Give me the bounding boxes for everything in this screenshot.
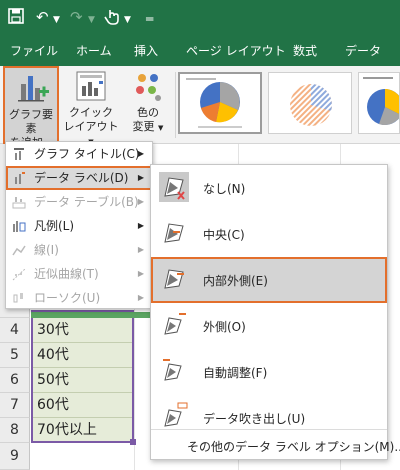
legend-icon — [13, 221, 26, 232]
row-header-6[interactable]: 6 — [0, 368, 30, 393]
quick-layout-icon — [76, 71, 106, 101]
tab-insert[interactable]: 挿入 — [134, 36, 158, 66]
menu-item-data-labels-label: データ ラベル(D) — [34, 171, 129, 185]
change-colors-label-2: 変更 — [132, 120, 155, 133]
menu-item-lines: 線(I) ▶ — [6, 238, 152, 262]
ribbon-tabs: ファイル ホーム 挿入 ページ レイアウト 数式 データ — [0, 36, 400, 66]
up-down-bars-icon — [13, 293, 23, 303]
undo-icon[interactable]: ↶ — [36, 8, 49, 26]
quick-layout-label-1: クイック — [69, 106, 113, 119]
chevron-right-icon: ▶ — [137, 173, 144, 182]
data-label-callout-icon — [164, 402, 188, 427]
data-label-none-label: なし(N) — [203, 182, 246, 196]
data-label-callout-label: データ吹き出し(U) — [203, 412, 306, 426]
chevron-right-icon: ▶ — [137, 245, 144, 254]
menu-item-chart-title[interactable]: グラフ タイトル(C) ▶ — [6, 142, 152, 166]
tab-page-layout[interactable]: ページ レイアウト — [186, 36, 286, 66]
ribbon-divider — [175, 72, 176, 138]
row-header-9[interactable]: 9 — [0, 443, 30, 470]
add-chart-element-icon — [18, 76, 49, 102]
quick-layout-label-2: レイアウト — [63, 120, 119, 133]
palette-icon — [136, 74, 161, 101]
menu-item-legend[interactable]: 凡例(L) ▶ — [6, 214, 152, 238]
tab-file[interactable]: ファイル — [10, 36, 58, 66]
add-element-label-1: グラフ要素 — [9, 108, 53, 135]
menu-item-legend-label: 凡例(L) — [34, 219, 75, 233]
chevron-right-icon: ▶ — [137, 293, 144, 302]
chevron-right-icon: ▶ — [137, 197, 144, 206]
data-label-option-best-fit[interactable]: 自動調整(F) — [151, 349, 387, 395]
data-label-outside-end-label: 外側(O) — [203, 320, 246, 334]
data-label-inside-end-icon — [164, 269, 184, 289]
range-resize-handle[interactable] — [130, 439, 136, 445]
title-bar: ↶ ▼ ↷ ▼ ▼ ═ — [0, 0, 400, 36]
undo-dropdown-icon[interactable]: ▼ — [53, 11, 60, 29]
data-label-best-fit-icon — [163, 359, 182, 381]
data-label-best-fit-label: 自動調整(F) — [203, 366, 268, 380]
chart-style-thumbnail-2[interactable] — [268, 72, 352, 134]
chevron-right-icon: ▶ — [137, 221, 144, 230]
tab-formulas[interactable]: 数式 — [293, 36, 317, 66]
data-label-none-icon — [159, 172, 189, 202]
data-label-option-none[interactable]: なし(N) — [151, 165, 387, 211]
tab-data[interactable]: データ — [345, 36, 381, 66]
chevron-down-icon: ▼ — [158, 124, 164, 132]
menu-item-trendline-label: 近似曲線(T) — [34, 267, 99, 281]
chart-title-icon — [14, 148, 24, 160]
redo-icon: ↷ — [70, 8, 83, 26]
chart-style-thumbnail-1[interactable] — [178, 72, 262, 134]
row-header-7[interactable]: 7 — [0, 393, 30, 418]
menu-item-lines-label: 線(I) — [34, 243, 59, 257]
more-data-label-options-label: その他のデータ ラベル オプション(M)... — [187, 440, 400, 454]
pie-style-preview-1 — [186, 78, 242, 128]
menu-item-data-labels[interactable]: データ ラベル(D) ▶ — [6, 166, 152, 190]
series-range-highlight — [31, 312, 151, 318]
add-chart-element-menu: グラフ タイトル(C) ▶ データ ラベル(D) ▶ データ テーブル(B) ▶… — [5, 141, 153, 309]
trendline-icon — [12, 268, 26, 281]
data-table-icon — [12, 197, 26, 209]
data-label-inside-end-label: 内部外側(E) — [203, 274, 268, 288]
customize-qat-icon[interactable]: ═ — [146, 10, 153, 28]
data-labels-icon — [15, 172, 25, 184]
pie-style-preview-2 — [290, 84, 332, 126]
row-header-8[interactable]: 8 — [0, 418, 30, 443]
change-colors-button[interactable]: 色の 変更 ▼ — [124, 66, 172, 144]
menu-item-up-down-bars-label: ローソク(U) — [34, 291, 101, 305]
redo-dropdown-icon: ▼ — [88, 15, 95, 25]
quick-layout-button[interactable]: クイック レイアウト ▼ — [62, 66, 120, 146]
more-data-label-options[interactable]: その他のデータ ラベル オプション(M)... — [151, 429, 400, 459]
data-label-center-label: 中央(C) — [203, 228, 245, 242]
menu-item-data-table-label: データ テーブル(B) — [34, 195, 139, 209]
menu-item-data-table: データ テーブル(B) ▶ — [6, 190, 152, 214]
pie-style-preview-3 — [363, 77, 399, 125]
row-header-5[interactable]: 5 — [0, 343, 30, 368]
data-label-option-inside-end[interactable]: 内部外側(E) — [151, 257, 387, 303]
add-chart-element-button[interactable]: グラフ要素 を追加 ▼ — [3, 66, 59, 149]
touch-mode-icon[interactable] — [104, 8, 120, 30]
lines-icon — [12, 245, 26, 256]
data-labels-submenu: なし(N) 中央(C) 内部外側(E) 外側(O) 自動調整(F) データ吹き出… — [150, 164, 400, 460]
menu-item-up-down-bars: ローソク(U) ▶ — [6, 286, 152, 310]
range-selection-outline — [31, 310, 134, 443]
chevron-right-icon: ▶ — [137, 269, 144, 278]
data-label-center-icon — [164, 223, 184, 243]
ribbon: グラフ要素 を追加 ▼ クイック レイアウト ▼ 色の 変更 ▼ — [0, 66, 400, 149]
save-icon[interactable] — [8, 8, 24, 28]
data-label-option-outside-end[interactable]: 外側(O) — [151, 303, 387, 349]
touch-dropdown-icon[interactable]: ▼ — [124, 11, 131, 29]
chart-style-thumbnail-3[interactable] — [358, 72, 400, 134]
row-header-4[interactable]: 4 — [0, 318, 30, 343]
change-colors-label-1: 色の — [137, 106, 159, 119]
menu-item-trendline: 近似曲線(T) ▶ — [6, 262, 152, 286]
data-label-outside-end-icon — [164, 313, 186, 335]
tab-home[interactable]: ホーム — [76, 36, 112, 66]
menu-item-chart-title-label: グラフ タイトル(C) — [34, 147, 140, 161]
chevron-right-icon: ▶ — [137, 149, 144, 158]
data-label-option-center[interactable]: 中央(C) — [151, 211, 387, 257]
